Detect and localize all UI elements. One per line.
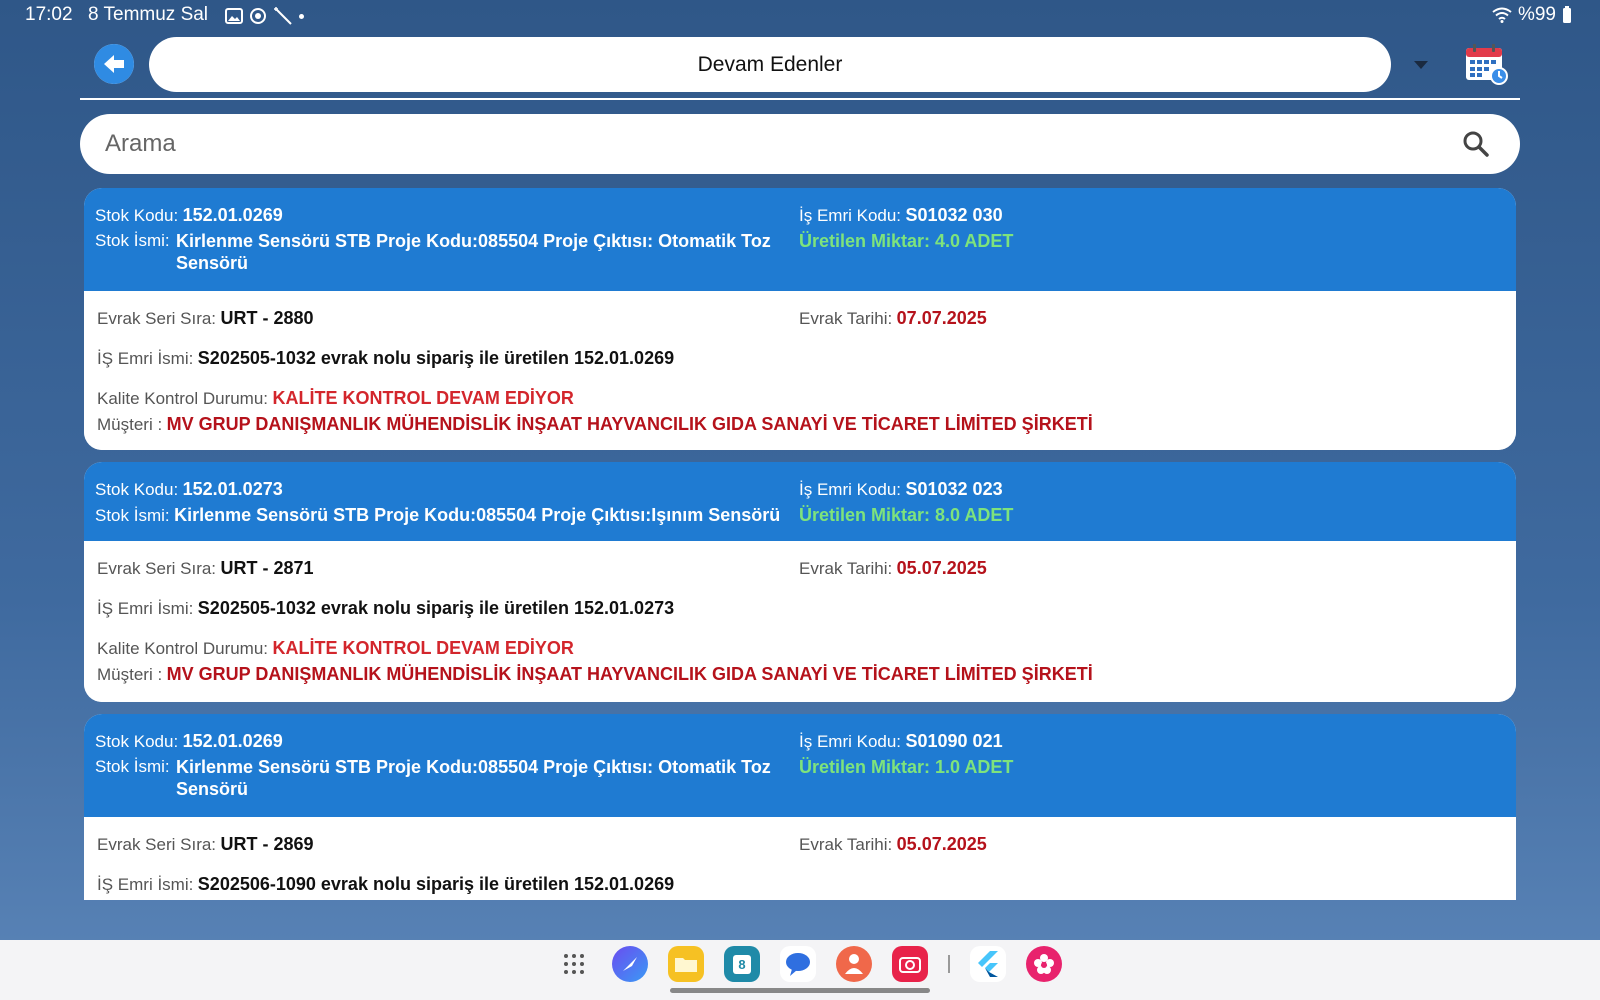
home-indicator[interactable] — [670, 988, 930, 993]
card-header: Stok Kodu: 152.01.0269 Stok İsmi: Kirlen… — [84, 714, 1516, 817]
evrak-tarihi-value: 07.07.2025 — [896, 308, 987, 328]
uretilen-miktar: Üretilen Miktar: 1.0 ADET — [799, 757, 1014, 777]
card-header: Stok Kodu: 152.01.0269 Stok İsmi: Kirlen… — [84, 188, 1516, 291]
kalite-kontrol-value: KALİTE KONTROL DEVAM EDİYOR — [272, 638, 574, 658]
back-button[interactable] — [94, 44, 134, 84]
messages-icon[interactable] — [780, 946, 816, 982]
is-emri-kodu-label: İş Emri Kodu: — [799, 206, 902, 225]
evrak-seri-sira-value: URT - 2880 — [220, 308, 314, 328]
person-icon — [845, 954, 863, 974]
page-title-selector[interactable]: Devam Edenler — [149, 37, 1391, 92]
stok-kodu-value: 152.01.0273 — [182, 479, 283, 499]
camera-icon[interactable] — [892, 946, 928, 982]
evrak-tarihi-value: 05.07.2025 — [896, 558, 987, 578]
is-emri-ismi-value: S202506-1090 evrak nolu sipariş ile üret… — [197, 874, 675, 894]
evrak-tarihi-label: Evrak Tarihi: — [799, 559, 893, 578]
card-body: Evrak Seri Sıra: URT - 2871 Evrak Tarihi… — [84, 541, 1516, 702]
musteri-label: Müşteri : — [97, 415, 163, 434]
is-emri-ismi-value: S202505-1032 evrak nolu sipariş ile üret… — [197, 598, 675, 618]
more-notifications-icon — [299, 13, 304, 19]
notification-icons — [225, 6, 304, 26]
flower-icon — [1034, 954, 1054, 974]
calendar-app-icon[interactable]: 8 — [724, 946, 760, 982]
page-title: Devam Edenler — [697, 52, 843, 76]
is-emri-kodu-value: S01090 021 — [905, 731, 1003, 751]
battery-percent: %99 — [1517, 4, 1556, 25]
gallery-icon — [225, 8, 243, 24]
kalite-kontrol-label: Kalite Kontrol Durumu: — [97, 639, 269, 658]
work-order-card[interactable]: Stok Kodu: 152.01.0269 Stok İsmi: Kirlen… — [84, 714, 1516, 900]
calendar-button[interactable] — [1464, 42, 1508, 86]
is-emri-kodu-value: S01032 023 — [905, 479, 1003, 499]
uretilen-miktar: Üretilen Miktar: 8.0 ADET — [799, 505, 1014, 525]
kalite-kontrol-value: KALİTE KONTROL DEVAM EDİYOR — [272, 388, 574, 408]
calendar-clock-icon — [1466, 44, 1508, 85]
gallery-app-icon[interactable] — [1026, 946, 1062, 982]
search-icon[interactable] — [1462, 130, 1490, 158]
flutter-app-icon[interactable] — [970, 946, 1006, 982]
evrak-tarihi-label: Evrak Tarihi: — [799, 835, 893, 854]
folder-icon — [675, 958, 697, 972]
evrak-seri-sira-value: URT - 2869 — [220, 834, 314, 854]
calendar-app-day: 8 — [733, 954, 751, 974]
stok-kodu-label: Stok Kodu: — [95, 480, 179, 499]
evrak-seri-sira-value: URT - 2871 — [220, 558, 314, 578]
is-emri-ismi-label: İŞ Emri İsmi: — [97, 599, 194, 618]
compass-icon — [623, 957, 637, 971]
is-emri-kodu-label: İş Emri Kodu: — [799, 732, 902, 751]
search-input[interactable] — [105, 114, 1435, 174]
stok-kodu-label: Stok Kodu: — [95, 732, 179, 751]
work-order-list[interactable]: Stok Kodu: 152.01.0269 Stok İsmi: Kirlen… — [84, 188, 1516, 900]
my-files-icon[interactable] — [668, 946, 704, 982]
stok-ismi-value: Kirlenme Sensörü STB Proje Kodu:085504 P… — [176, 757, 771, 799]
title-dropdown-button[interactable] — [1412, 58, 1430, 72]
chat-bubble-icon — [786, 953, 810, 976]
status-bar: 17:02 8 Temmuz Sal %99 — [0, 0, 1600, 30]
musteri-label: Müşteri : — [97, 665, 163, 684]
flutter-icon — [978, 951, 998, 977]
evrak-seri-sira-label: Evrak Seri Sıra: — [97, 835, 217, 854]
search-bar — [80, 114, 1520, 174]
status-time: 17:02 — [25, 4, 73, 25]
card-header: Stok Kodu: 152.01.0273 Stok İsmi: Kirlen… — [84, 462, 1516, 541]
stok-ismi-label: Stok İsmi: — [95, 231, 170, 250]
contacts-icon[interactable] — [836, 946, 872, 982]
is-emri-kodu-label: İş Emri Kodu: — [799, 480, 902, 499]
evrak-seri-sira-label: Evrak Seri Sıra: — [97, 559, 217, 578]
app-drawer-icon[interactable] — [556, 946, 592, 982]
uretilen-miktar: Üretilen Miktar: 4.0 ADET — [799, 231, 1014, 251]
header-divider — [80, 98, 1520, 100]
internet-browser-icon[interactable] — [612, 946, 648, 982]
status-date: 8 Temmuz Sal — [88, 4, 209, 25]
is-emri-ismi-label: İŞ Emri İsmi: — [97, 349, 194, 368]
musteri-value: MV GRUP DANIŞMANLIK MÜHENDİSLİK İNŞAAT H… — [166, 664, 1093, 684]
is-emri-ismi-value: S202505-1032 evrak nolu sipariş ile üret… — [197, 348, 675, 368]
kalite-kontrol-label: Kalite Kontrol Durumu: — [97, 389, 269, 408]
stok-ismi-value: Kirlenme Sensörü STB Proje Kodu:085504 P… — [176, 231, 771, 273]
sync-icon — [250, 8, 266, 24]
work-order-card[interactable]: Stok Kodu: 152.01.0273 Stok İsmi: Kirlen… — [84, 462, 1516, 702]
wifi-icon — [1492, 7, 1512, 23]
battery-icon — [1563, 6, 1571, 23]
card-body: Evrak Seri Sıra: URT - 2869 Evrak Tarihi… — [84, 817, 1516, 900]
stok-ismi-label: Stok İsmi: — [95, 757, 170, 776]
camera-lens-icon — [899, 957, 921, 973]
musteri-value: MV GRUP DANIŞMANLIK MÜHENDİSLİK İNŞAAT H… — [166, 414, 1093, 434]
card-body: Evrak Seri Sıra: URT - 2880 Evrak Tarihi… — [84, 291, 1516, 450]
stok-ismi-value: Kirlenme Sensörü STB Proje Kodu:085504 P… — [174, 505, 781, 525]
stok-kodu-value: 152.01.0269 — [182, 205, 283, 225]
caret-down-icon — [1414, 61, 1428, 69]
is-emri-kodu-value: S01032 030 — [905, 205, 1003, 225]
magic-wand-icon — [274, 7, 292, 25]
stok-kodu-value: 152.01.0269 — [182, 731, 283, 751]
dock-separator — [948, 955, 950, 973]
evrak-tarihi-value: 05.07.2025 — [896, 834, 987, 854]
is-emri-ismi-label: İŞ Emri İsmi: — [97, 875, 194, 894]
evrak-tarihi-label: Evrak Tarihi: — [799, 309, 893, 328]
stok-kodu-label: Stok Kodu: — [95, 206, 179, 225]
work-order-card[interactable]: Stok Kodu: 152.01.0269 Stok İsmi: Kirlen… — [84, 188, 1516, 450]
arrow-left-icon — [94, 44, 134, 84]
stok-ismi-label: Stok İsmi: — [95, 506, 170, 525]
evrak-seri-sira-label: Evrak Seri Sıra: — [97, 309, 217, 328]
